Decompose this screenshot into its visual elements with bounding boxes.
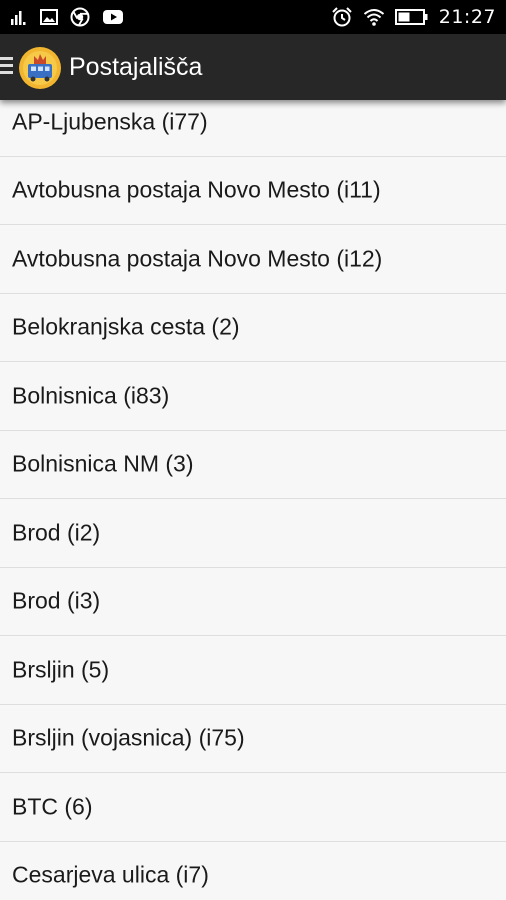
status-left-icons [10, 7, 124, 27]
station-name: Brod (i2) [12, 519, 101, 546]
list-item[interactable]: Avtobusna postaja Novo Mesto (i11) [0, 156, 506, 225]
station-list-inner: AP-Ljubenska (i77) Avtobusna postaja Novo… [0, 100, 506, 900]
station-name: Bolnisnica NM (3) [12, 450, 194, 477]
station-name: AP-Ljubenska (i77) [12, 108, 208, 135]
alarm-icon [332, 7, 352, 27]
app-logo-icon[interactable] [18, 46, 62, 90]
list-item[interactable]: Bolnisnica NM (3) [0, 430, 506, 499]
chrome-icon [70, 7, 90, 27]
app-bar: Postajališča [0, 34, 506, 100]
hamburger-menu-icon[interactable] [0, 57, 14, 77]
status-bar: 21:27 [0, 0, 506, 34]
page-title: Postajališča [69, 53, 203, 81]
station-name: Brsljin (vojasnica) (i75) [12, 724, 245, 751]
list-item[interactable]: Bolnisnica (i83) [0, 362, 506, 431]
list-item[interactable]: AP-Ljubenska (i77) [0, 100, 506, 157]
station-name: BTC (6) [12, 793, 93, 820]
battery-icon [394, 9, 428, 25]
signal-icon [11, 11, 26, 25]
station-name: Cesarjeva ulica (i7) [12, 861, 209, 888]
list-item[interactable]: Brod (i2) [0, 499, 506, 568]
image-icon [40, 9, 58, 25]
list-item[interactable]: Belokranjska cesta (2) [0, 293, 506, 362]
list-item[interactable]: Brod (i3) [0, 567, 506, 636]
station-name: Brod (i3) [12, 587, 101, 614]
station-name: Brsljin (5) [12, 656, 110, 683]
list-item[interactable]: Brsljin (vojasnica) (i75) [0, 704, 506, 773]
list-item[interactable]: Brsljin (5) [0, 636, 506, 705]
status-clock: 21:27 [438, 6, 496, 28]
station-name: Avtobusna postaja Novo Mesto (i12) [12, 245, 383, 272]
station-name: Bolnisnica (i83) [12, 382, 170, 409]
youtube-icon [103, 10, 123, 24]
list-item[interactable]: Cesarjeva ulica (i7) [0, 841, 506, 900]
status-right-icons: 21:27 [331, 5, 496, 29]
list-item[interactable]: BTC (6) [0, 773, 506, 842]
list-item[interactable]: Avtobusna postaja Novo Mesto (i12) [0, 225, 506, 294]
station-name: Belokranjska cesta (2) [12, 313, 240, 340]
wifi-icon [363, 9, 384, 26]
station-name: Avtobusna postaja Novo Mesto (i11) [12, 176, 381, 203]
station-list[interactable]: AP-Ljubenska (i77) Avtobusna postaja Novo… [0, 100, 506, 900]
